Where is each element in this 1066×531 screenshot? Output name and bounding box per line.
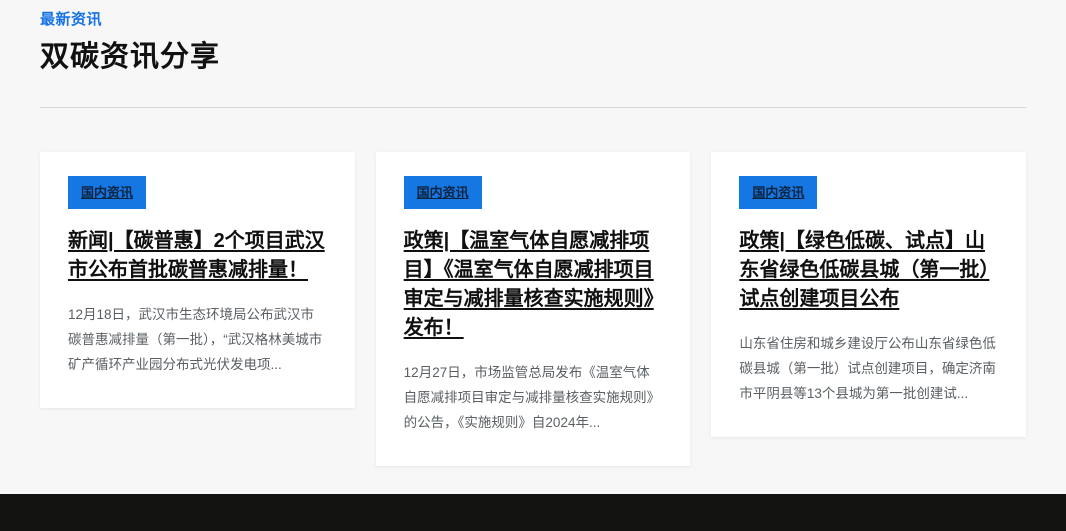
category-badge-label: 国内资讯 [752,185,804,200]
page-title: 双碳资讯分享 [40,33,1026,75]
news-card[interactable]: 国内资讯 政策|【温室气体自愿减排项目】《温室气体自愿减排项目审定与减排量核查实… [376,152,691,466]
news-title-link[interactable]: 政策|【绿色低碳、试点】山东省绿色低碳县城（第一批）试点创建项目公布 [739,227,998,314]
news-excerpt: 山东省住房和城乡建设厅公布山东省绿色低碳县城（第一批）试点创建项目，确定济南市平… [739,332,998,407]
section-eyebrow: 最新资讯 [40,8,1026,29]
news-excerpt: 12月27日，市场监管总局发布《温室气体自愿减排项目审定与减排量核查实施规则》的… [404,361,663,436]
category-badge[interactable]: 国内资讯 [404,176,482,209]
category-badge-label: 国内资讯 [417,185,469,200]
latest-news-section: 最新资讯 双碳资讯分享 国内资讯 新闻|【碳普惠】2个项目武汉市公布首批碳普惠减… [0,0,1066,466]
news-card[interactable]: 国内资讯 新闻|【碳普惠】2个项目武汉市公布首批碳普惠减排量！ 12月18日，武… [40,152,355,408]
news-card-list: 国内资讯 新闻|【碳普惠】2个项目武汉市公布首批碳普惠减排量！ 12月18日，武… [40,152,1026,466]
news-card[interactable]: 国内资讯 政策|【绿色低碳、试点】山东省绿色低碳县城（第一批）试点创建项目公布 … [711,152,1026,437]
category-badge[interactable]: 国内资讯 [68,176,146,209]
news-title-link[interactable]: 政策|【温室气体自愿减排项目】《温室气体自愿减排项目审定与减排量核查实施规则》发… [404,227,663,343]
news-excerpt: 12月18日，武汉市生态环境局公布武汉市碳普惠减排量（第一批），“武汉格林美城市… [68,303,327,378]
category-badge-label: 国内资讯 [81,185,133,200]
category-badge[interactable]: 国内资讯 [739,176,817,209]
news-title-link[interactable]: 新闻|【碳普惠】2个项目武汉市公布首批碳普惠减排量！ [68,227,327,285]
section-divider [40,107,1026,108]
footer-bar [0,494,1066,531]
